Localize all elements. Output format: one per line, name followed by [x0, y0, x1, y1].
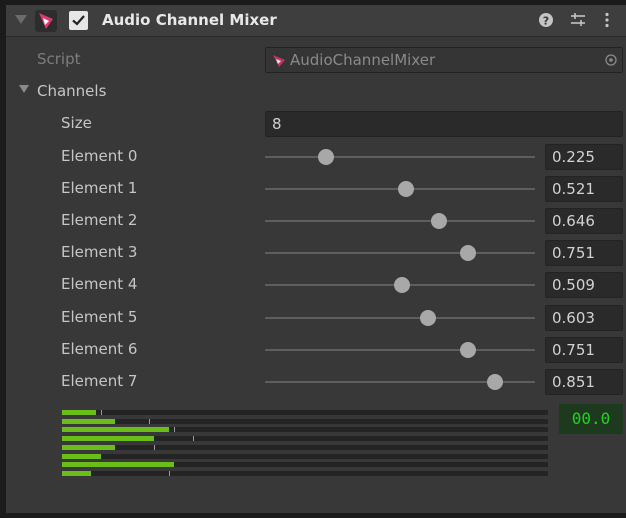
- meter-row: [62, 462, 548, 468]
- element-slider-track[interactable]: [265, 252, 535, 255]
- element-slider-track[interactable]: [265, 348, 535, 351]
- element-slider-track[interactable]: [265, 156, 535, 158]
- element-value-input[interactable]: 0.509: [545, 272, 623, 299]
- element-label: Element 4: [61, 275, 138, 294]
- element-label: Element 6: [61, 339, 138, 358]
- more-menu-icon[interactable]: [604, 12, 610, 28]
- element-slider-thumb[interactable]: [459, 245, 476, 262]
- help-icon[interactable]: ?: [538, 12, 554, 28]
- element-value-input[interactable]: 0.751: [545, 240, 623, 267]
- fold-arrow-icon[interactable]: [15, 15, 27, 24]
- size-label: Size: [61, 114, 92, 132]
- element-label: Element 2: [61, 211, 138, 230]
- checkmark-icon: [72, 15, 85, 26]
- meter-peak-marker: [154, 444, 156, 450]
- element-slider-thumb[interactable]: [419, 309, 436, 326]
- meter-fill: [62, 470, 92, 476]
- level-readout: 00.0: [559, 404, 623, 434]
- meter-peak-marker: [193, 436, 195, 442]
- script-field[interactable]: AudioChannelMixer: [265, 47, 623, 73]
- script-label: Script: [37, 50, 81, 68]
- element-slider-track[interactable]: [265, 316, 535, 319]
- meter-row: [62, 444, 548, 450]
- element-value-input[interactable]: 0.225: [545, 144, 623, 170]
- component-logo-icon: [35, 10, 57, 32]
- element-label: Element 3: [61, 243, 138, 262]
- element-slider-thumb[interactable]: [394, 277, 411, 294]
- size-input[interactable]: 8: [265, 111, 623, 137]
- element-slider-thumb[interactable]: [486, 373, 503, 390]
- object-picker-icon[interactable]: [605, 54, 617, 66]
- script-asset-icon: [273, 55, 285, 67]
- meter-row: [62, 427, 548, 433]
- element-slider-thumb[interactable]: [397, 181, 414, 198]
- element-value-input[interactable]: 0.646: [545, 208, 623, 235]
- script-field-value: AudioChannelMixer: [290, 51, 436, 69]
- component-header[interactable]: Audio Channel Mixer ?: [6, 5, 626, 37]
- meter-fill: [62, 444, 116, 450]
- meter-fill: [62, 418, 116, 424]
- inspector-panel: Audio Channel Mixer ? Script AudioChanne…: [6, 5, 626, 513]
- element-slider-track[interactable]: [265, 220, 535, 223]
- element-value-input[interactable]: 0.521: [545, 176, 623, 203]
- preset-icon[interactable]: [569, 12, 587, 28]
- meter-row: [62, 418, 548, 424]
- meter-row: [62, 470, 548, 476]
- meter-peak-marker: [149, 418, 151, 424]
- element-label: Element 0: [61, 147, 138, 165]
- element-slider-thumb[interactable]: [431, 213, 448, 230]
- element-value-input[interactable]: 0.603: [545, 304, 623, 331]
- meter-fill: [62, 453, 101, 459]
- element-label: Element 5: [61, 307, 138, 326]
- meter-row: [62, 453, 548, 459]
- meter-row: [62, 436, 548, 442]
- element-value-input[interactable]: 0.751: [545, 336, 623, 363]
- meter-fill: [62, 427, 169, 433]
- element-slider-thumb[interactable]: [459, 341, 476, 358]
- meter-peak-marker: [168, 470, 170, 476]
- meter-row: [62, 410, 548, 415]
- meter-fill: [62, 462, 174, 468]
- element-value-input[interactable]: 0.851: [545, 368, 623, 395]
- channels-fold-arrow-icon[interactable]: [19, 85, 29, 93]
- meter-fill: [62, 436, 155, 442]
- meter-fill: [62, 410, 97, 415]
- element-slider-thumb[interactable]: [317, 149, 334, 165]
- meter-peak-marker: [173, 427, 175, 433]
- element-label: Element 1: [61, 179, 138, 198]
- element-label: Element 7: [61, 371, 138, 390]
- svg-text:?: ?: [543, 15, 549, 28]
- component-title: Audio Channel Mixer: [102, 11, 277, 29]
- meter-peak-marker: [100, 410, 102, 415]
- enabled-checkbox[interactable]: [69, 11, 88, 30]
- channels-foldout-label[interactable]: Channels: [37, 82, 106, 100]
